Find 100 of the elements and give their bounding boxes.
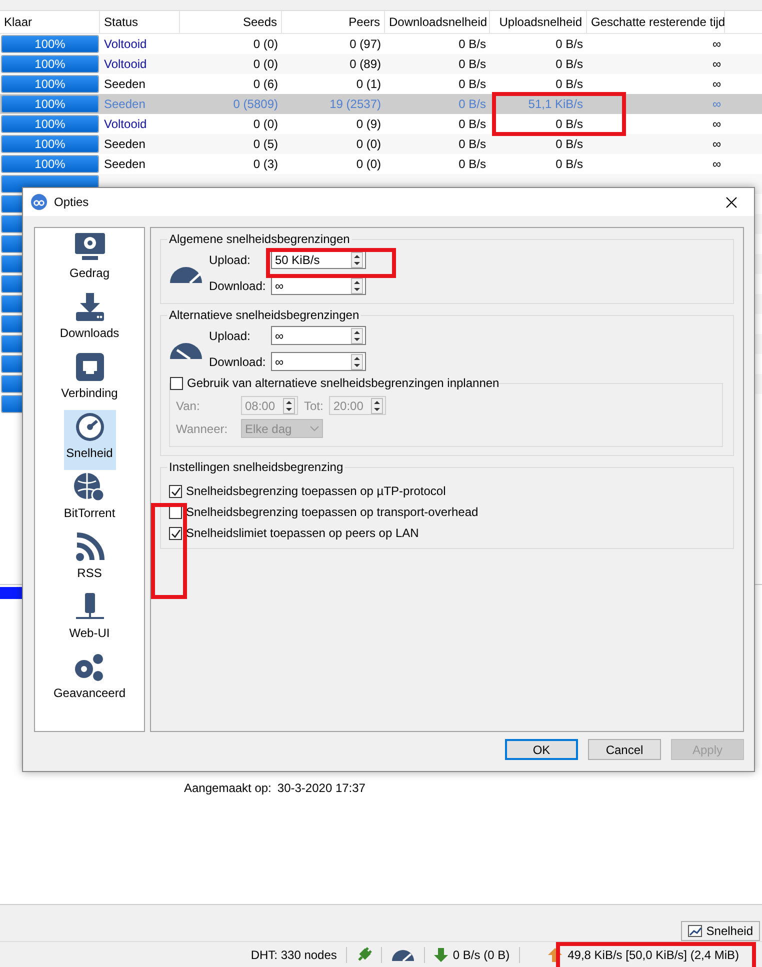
close-icon [726, 196, 736, 208]
table-cell-text: 0 (1) [355, 76, 382, 93]
table-cell-text: 51,1 KiB/s [527, 96, 584, 113]
window-title: Opties [54, 195, 90, 209]
column-header[interactable]: Seeds [180, 10, 282, 33]
spin-arrows-icon [351, 252, 363, 268]
table-cell-text: 0 B/s [458, 76, 487, 93]
table-cell-text: 0 B/s [458, 136, 487, 153]
sidebar-item[interactable]: Web-UI [64, 590, 116, 650]
progress-fill: 100% [2, 96, 98, 112]
checkbox-label: Snelheidslimiet toepassen op peers op LAN [186, 526, 419, 540]
progress-fill: 100% [2, 76, 98, 92]
field-label: Upload: [209, 328, 252, 342]
table-cell-text: ∞ [711, 36, 722, 53]
server-stand-icon [74, 592, 106, 622]
table-cell-text: ∞ [711, 116, 722, 133]
spin-arrows-icon [351, 354, 363, 370]
check-icon [170, 486, 180, 496]
arrow-up-icon [546, 946, 563, 963]
table-cell-text: 0 (0) [252, 116, 279, 133]
table-cell-text: ∞ [711, 136, 722, 153]
sidebar-item[interactable]: Downloads [58, 290, 122, 350]
table-row[interactable]: 100% Seeden 0 (5809) 19 (2537) 0 B/s 51,1 KiB/s ∞ [0, 94, 762, 114]
checkbox-label: Snelheidsbegrenzing toepassen op transport-overhead [186, 505, 478, 519]
sidebar-item[interactable]: RSS [64, 530, 116, 590]
spin-box[interactable]: ∞ [271, 326, 366, 345]
checkbox[interactable] [170, 376, 183, 390]
app-logo-icon [31, 194, 47, 210]
field-label: Van: [176, 398, 201, 412]
table-row[interactable]: 100% Voltooid 0 (0) 0 (89) 0 B/s 0 B/s ∞ [0, 54, 762, 74]
table-row[interactable]: 100% Voltooid 0 (0) 0 (97) 0 B/s 0 B/s ∞ [0, 34, 762, 54]
field-label: Upload: [209, 252, 252, 266]
table-row[interactable]: 100% Voltooid 0 (0) 0 (9) 0 B/s 0 B/s ∞ [0, 114, 762, 134]
monitor-gear-icon [74, 232, 106, 262]
status-text: Seeden [103, 136, 146, 153]
column-header[interactable]: Downloadsnelheid [385, 10, 490, 33]
table-cell-text: 0 B/s [458, 116, 487, 133]
dialog-button[interactable]: Cancel [588, 739, 661, 760]
table-cell-text: 0 B/s [554, 156, 584, 173]
sidebar-item[interactable]: Gedrag [64, 230, 116, 290]
table-cell-text: ∞ [711, 56, 722, 73]
table-cell-text: 0 (97) [348, 36, 382, 53]
spin-arrows-icon [371, 398, 384, 414]
graph-tab[interactable]: Snelheid [681, 921, 760, 942]
table-cell-text: ∞ [711, 156, 722, 173]
field-label: Download: [209, 354, 267, 368]
progress-fill: 100% [2, 116, 98, 132]
sidebar-item[interactable]: Snelheid [64, 410, 116, 470]
chevron-down-icon [310, 426, 319, 432]
status-text: Voltooid [103, 116, 148, 133]
table-row[interactable]: 100% Seeden 0 (6) 0 (1) 0 B/s 0 B/s ∞ [0, 74, 762, 94]
table-cell-text: 0 (0) [252, 56, 279, 73]
checkbox[interactable] [169, 484, 182, 498]
chart-line-icon [688, 925, 702, 938]
table-cell-text: 0 (89) [348, 56, 382, 73]
dht-status: DHT: 330 nodes [250, 948, 337, 962]
sidebar-item[interactable]: Verbinding [59, 350, 120, 410]
table-cell-text: 0 (0) [355, 156, 382, 173]
table-cell-text: ∞ [711, 96, 722, 113]
table-row[interactable]: 100% Seeden 0 (3) 0 (0) 0 B/s 0 B/s ∞ [0, 154, 762, 174]
download-rate: 0 B/s (0 B) [452, 948, 510, 962]
field-value: 30-3-2020 17:37 [277, 780, 366, 795]
column-header[interactable]: Geschatte resterende tijd [587, 10, 725, 33]
column-header[interactable]: Peers [282, 10, 385, 33]
field-label: Tot: [304, 398, 324, 412]
table-cell-text: 0 B/s [458, 36, 487, 53]
field-label: Wanneer: [176, 422, 229, 436]
progress-fill: 100% [2, 136, 98, 152]
gauge-icon [390, 948, 415, 962]
upload-rate: 49,8 KiB/s [50,0 KiB/s] (2,4 MiB) [568, 948, 739, 962]
checkbox[interactable] [169, 526, 182, 540]
download-icon [74, 292, 106, 322]
rss-icon [74, 532, 104, 562]
table-cell-text: 0 B/s [458, 96, 487, 113]
checkbox-label: Gebruik van alternatieve snelheidsbegrenzingen inplannen [187, 376, 500, 390]
sidebar-item[interactable]: BitTorrent [62, 470, 118, 530]
column-header[interactable]: Uploadsnelheid [490, 10, 587, 33]
spin-arrows-icon [351, 328, 363, 344]
column-header[interactable]: Klaar [0, 10, 100, 33]
table-cell-text: 0 B/s [554, 56, 584, 73]
table-cell-text: 0 (0) [252, 36, 279, 53]
sidebar-item[interactable]: Geavanceerd [51, 650, 128, 710]
spin-box[interactable]: ∞ [271, 352, 366, 371]
table-row[interactable]: 100% Seeden 0 (5) 0 (0) 0 B/s 0 B/s ∞ [0, 134, 762, 154]
column-header[interactable]: Status [100, 10, 180, 33]
table-cell-text: 0 B/s [554, 76, 584, 93]
check-icon [170, 528, 180, 538]
table-cell-text: 0 (3) [252, 156, 279, 173]
plug-icon [356, 946, 372, 963]
dialog-button[interactable]: OK [505, 739, 578, 760]
table-cell-text: ∞ [711, 76, 722, 93]
status-text: Seeden [103, 156, 146, 173]
network-port-icon [74, 352, 104, 382]
group-title: Instellingen snelheidsbegrenzing [168, 460, 344, 474]
progress-fill: 100% [2, 56, 98, 72]
table-cell-text: 0 B/s [554, 116, 584, 133]
status-text: Voltooid [103, 56, 148, 73]
table-cell-text: 0 (0) [355, 136, 382, 153]
group-title: Alternatieve snelheidsbegrenzingen [168, 308, 360, 322]
table-cell-text: 0 (6) [252, 76, 279, 93]
